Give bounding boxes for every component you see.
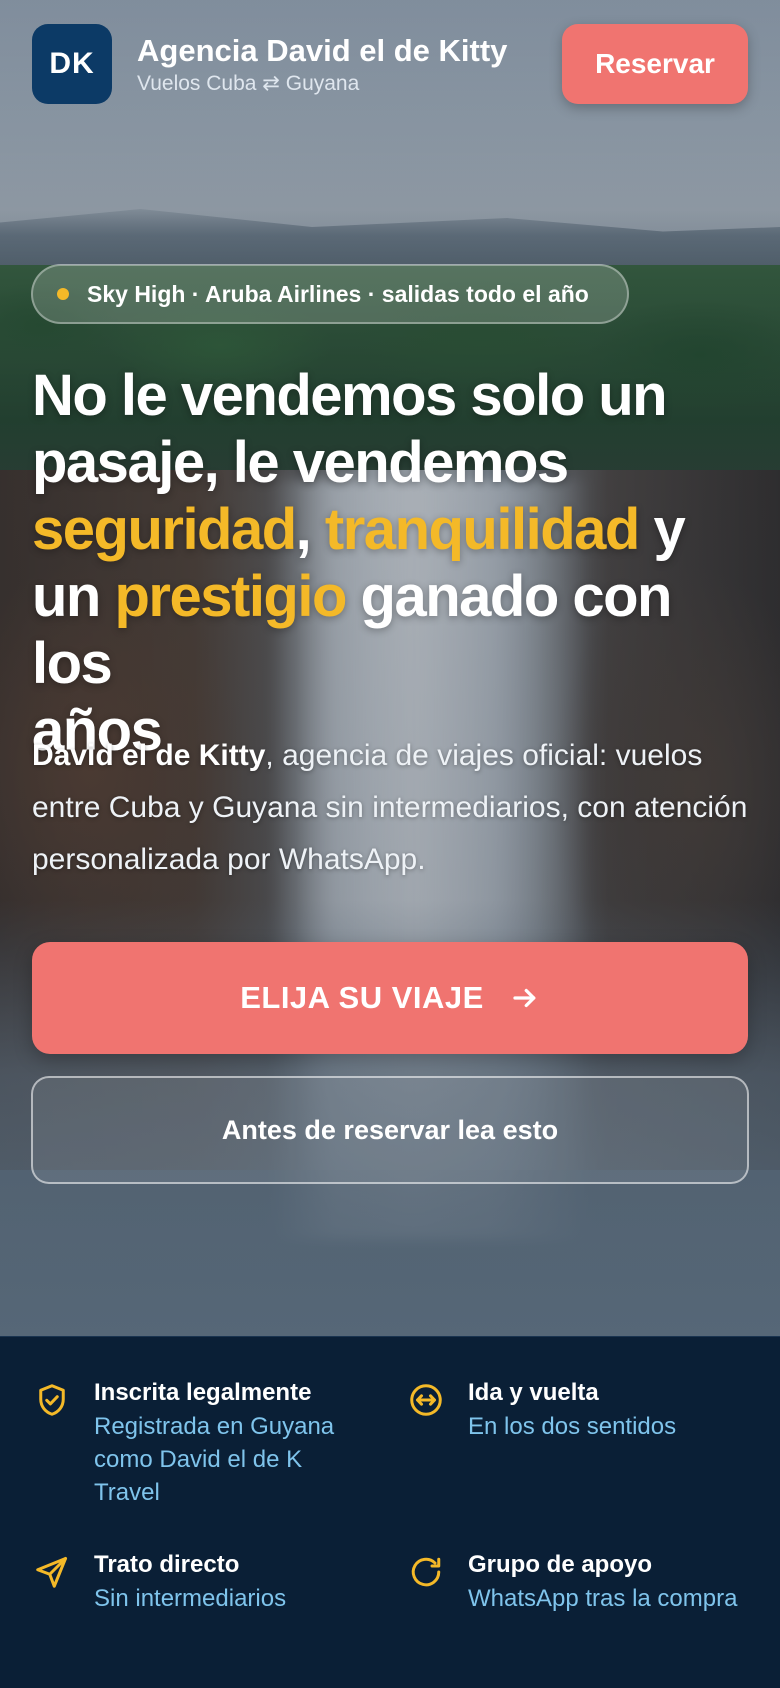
choose-trip-label: ELIJA SU VIAJE: [240, 980, 484, 1015]
choose-trip-button[interactable]: ELIJA SU VIAJE: [32, 942, 748, 1054]
headline-y: y: [653, 497, 685, 562]
feature-direct: Trato directo Sin intermediarios: [34, 1550, 364, 1615]
status-dot-icon: [57, 288, 69, 300]
feature-round-trip: Ida y vuelta En los dos sentidos: [408, 1378, 748, 1443]
send-icon: [34, 1554, 70, 1590]
round-trip-icon: [408, 1382, 444, 1418]
brand-subtitle: Vuelos Cuba ⇄ Guyana: [137, 72, 360, 96]
headline-un: un: [32, 564, 101, 629]
airlines-badge-text: Sky High · Aruba Airlines · salidas todo…: [87, 280, 589, 307]
reserve-button[interactable]: Reservar: [562, 24, 748, 104]
feature-title: Trato directo: [94, 1551, 240, 1578]
headline-comma: ,: [295, 497, 312, 562]
feature-description: Registrada en Guyana como David el de K …: [94, 1413, 335, 1506]
shield-check-icon: [34, 1382, 70, 1418]
hero-headline: No le vendemos solo un pasaje, le vendem…: [32, 362, 762, 764]
hero-intro: David el de Kitty, agencia de viajes ofi…: [32, 730, 752, 886]
headline-highlight-tranquilidad: tranquilidad: [324, 497, 640, 562]
feature-support-group: Grupo de apoyo WhatsApp tras la compra: [408, 1550, 748, 1615]
airlines-badge: Sky High · Aruba Airlines · salidas todo…: [31, 264, 629, 324]
feature-title: Grupo de apoyo: [468, 1551, 653, 1578]
headline-line-1: No le vendemos solo un: [32, 363, 668, 428]
arrow-right-icon: [510, 983, 540, 1013]
feature-legal: Inscrita legalmente Registrada en Guyana…: [34, 1378, 364, 1509]
intro-agency-name: David el de Kitty: [32, 739, 266, 772]
feature-title: Ida y vuelta: [468, 1379, 599, 1406]
refresh-icon: [408, 1554, 444, 1590]
feature-description: En los dos sentidos: [468, 1413, 677, 1440]
headline-line-2: pasaje, le vendemos: [32, 430, 569, 495]
read-before-booking-label: Antes de reservar lea esto: [221, 1114, 559, 1145]
brand-name: Agencia David el de Kitty: [137, 32, 508, 68]
headline-highlight-seguridad: seguridad: [32, 497, 297, 562]
feature-description: Sin intermediarios: [94, 1585, 287, 1612]
brand: Agencia David el de Kitty Vuelos Cuba ⇄ …: [137, 32, 562, 96]
headline-highlight-prestigio: prestigio: [114, 564, 347, 629]
site-header: DK Agencia David el de Kitty Vuelos Cuba…: [32, 24, 748, 104]
feature-description: WhatsApp tras la compra: [468, 1585, 738, 1612]
logo[interactable]: DK: [32, 24, 112, 104]
feature-title: Inscrita legalmente: [94, 1379, 312, 1406]
read-before-booking-button[interactable]: Antes de reservar lea esto: [31, 1076, 749, 1184]
